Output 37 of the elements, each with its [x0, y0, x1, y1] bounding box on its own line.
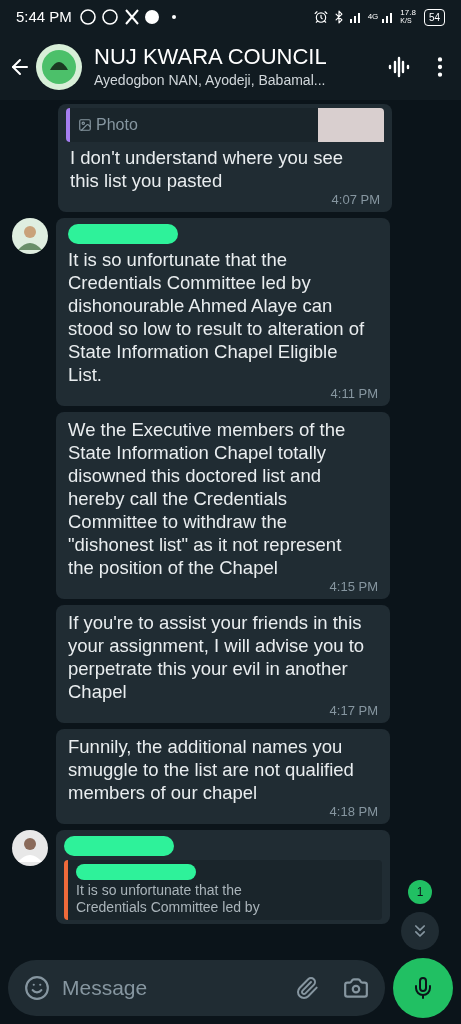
- attach-icon[interactable]: [295, 976, 319, 1000]
- quoted-text: Credentials Committee led by: [76, 899, 261, 916]
- avatar-icon[interactable]: [12, 218, 48, 254]
- group-avatar-icon[interactable]: [36, 44, 82, 90]
- message-field[interactable]: Message: [62, 972, 283, 1004]
- quote-label: Photo: [96, 115, 138, 135]
- x-icon: [124, 9, 139, 25]
- voice-chat-icon[interactable]: [387, 55, 411, 79]
- network-type: 4G: [367, 11, 379, 23]
- message-time: 4:15 PM: [329, 579, 378, 595]
- message-time: 4:11 PM: [330, 386, 378, 402]
- message-text: We the Executive members of the State Information Chapel totally disowned this doctored list and hereby call the Credentials Committee to withdraw the "dishonest list" as it not represent the position of the Chapel: [68, 418, 347, 579]
- quoted-message[interactable]: It is so unfortunate that the Credentials Committee led by: [64, 860, 382, 920]
- scroll-down-button[interactable]: [401, 912, 439, 950]
- message-text: Funnily, the additional names you smuggle to the list are not qualified members of our chapel: [68, 735, 355, 804]
- quoted-text: It is so unfortunate that the: [76, 882, 243, 899]
- camera-icon[interactable]: [343, 975, 369, 1001]
- message-time: 4:17 PM: [329, 703, 378, 719]
- quoted-photo[interactable]: Photo: [66, 108, 384, 142]
- network-speed: 17.8: [400, 9, 416, 17]
- voice-record-button[interactable]: [393, 958, 453, 1018]
- more-notifications-icon: [171, 15, 176, 19]
- chat-title[interactable]: NUJ KWARA COUNCIL: [94, 43, 371, 70]
- message-text: I don't understand where you see this list you pasted: [70, 146, 344, 192]
- status-time: 5:44 PM: [16, 6, 72, 27]
- message-time: 4:18 PM: [329, 804, 378, 820]
- avatar-icon[interactable]: [12, 830, 48, 866]
- message-input[interactable]: Message: [8, 960, 385, 1016]
- chat-participants[interactable]: Ayedogbon NAN, Ayodeji, Babamal...: [94, 69, 371, 91]
- unread-badge: 1: [408, 880, 432, 904]
- emoji-icon[interactable]: [24, 975, 50, 1001]
- battery-level: 54: [423, 8, 445, 26]
- image-icon: [78, 118, 92, 132]
- message-text: It is so unfortunate that the Credentials Committee led by dishonourable Ahmed Alaye can stood so low to result to alteration of State Information Chapel Eligible List.: [68, 248, 366, 386]
- alarm-icon: [313, 10, 328, 24]
- message-text: If you're to assist your friends in this your assignment, I will advise you to perpetrate this your evil in another Chapel: [68, 611, 366, 703]
- message-time: 4:07 PM: [331, 192, 380, 208]
